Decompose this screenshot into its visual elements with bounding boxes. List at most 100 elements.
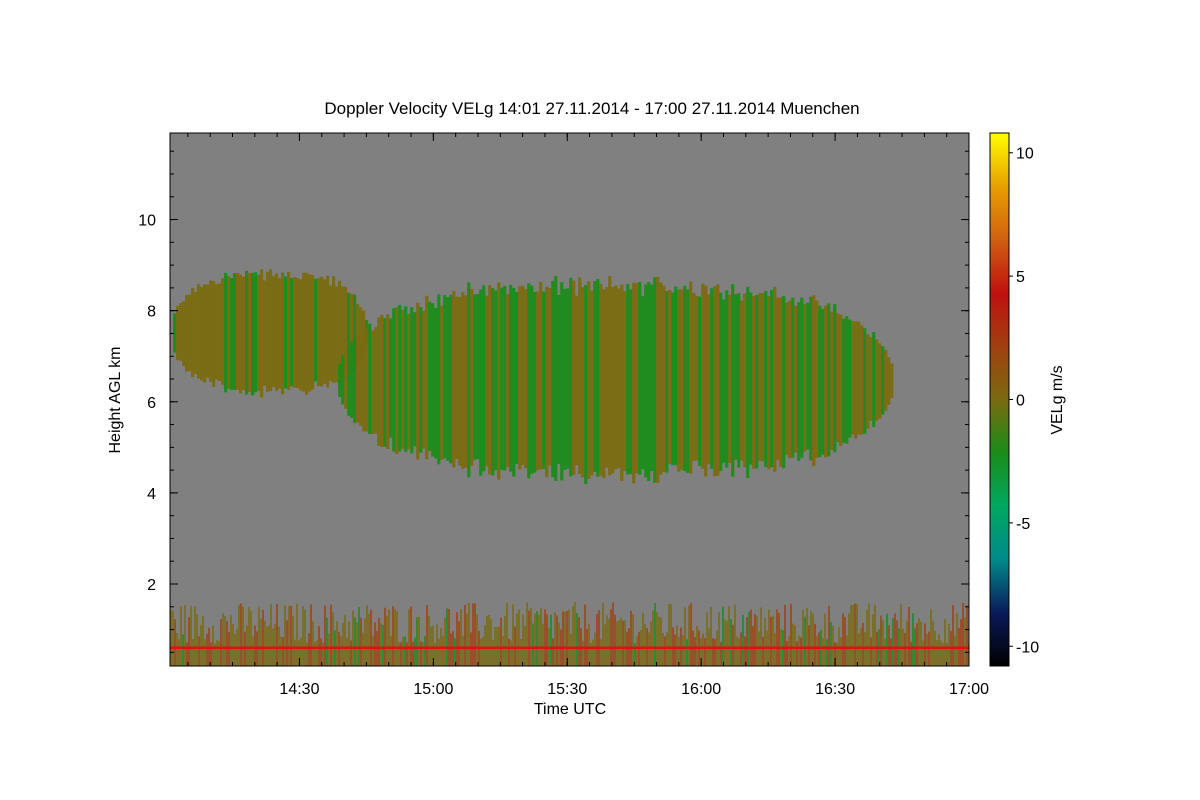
echo-column [338,363,342,398]
echo-column [176,306,180,361]
echo-column [380,623,382,666]
echo-column [512,604,514,666]
echo-column [548,287,552,466]
echo-column [536,291,540,471]
echo-column [242,276,246,391]
echo-column [216,640,218,666]
echo-column [572,280,576,475]
echo-column [296,603,298,666]
echo-column [260,269,264,398]
echo-column [368,613,370,666]
echo-column [232,623,234,666]
colorbar-axis: 10 5 0 -5 -10 [1009,146,1039,656]
echo-column [446,608,448,666]
echo-column [732,624,734,666]
echo-column [626,283,630,475]
echo-column [191,287,195,378]
echo-column [906,620,908,666]
echo-column [218,283,222,382]
echo-column [683,285,687,472]
echo-column [311,275,315,390]
echo-column [752,626,754,666]
echo-column [782,295,786,469]
echo-column [209,280,213,382]
echo-column [622,620,624,666]
echo-column [890,638,892,666]
echo-column [222,613,224,666]
echo-column [202,615,204,666]
echo-column [292,615,294,666]
plot-area [170,133,969,666]
echo-column [314,641,316,666]
echo-column [620,284,624,481]
echo-column [617,288,621,469]
echo-column [462,635,464,666]
echo-column [364,618,366,666]
echo-column [458,621,460,666]
echo-column [734,604,736,666]
echo-column [690,603,692,666]
colorbar-tick-label: 5 [1016,269,1025,286]
echo-column [854,321,858,439]
echo-column [454,637,456,666]
echo-column [342,622,344,666]
echo-column [665,291,669,473]
echo-column [570,633,572,666]
echo-column [610,609,612,666]
echo-column [767,295,771,470]
echo-column [382,624,384,666]
echo-column [794,625,796,666]
echo-column [676,625,678,666]
echo-column [344,615,346,666]
echo-column [320,638,322,666]
echo-column [176,632,178,666]
echo-column [395,307,399,454]
echo-column [230,615,232,666]
echo-column [406,642,408,666]
echo-column [500,617,502,666]
echo-column [472,603,474,666]
echo-column [322,642,324,666]
echo-column [305,272,309,395]
echo-column [698,296,702,467]
echo-column [422,310,426,449]
echo-column [293,276,297,388]
echo-column [402,637,404,666]
echo-column [326,617,328,666]
echo-column [412,641,414,666]
echo-column [200,624,202,666]
echo-column [670,604,672,666]
echo-column [470,632,472,666]
echo-column [692,293,696,461]
echo-column [352,610,354,666]
y-tick-label: 10 [138,213,156,230]
echo-column [596,613,598,666]
echo-column [436,624,438,666]
echo-column [377,317,381,446]
echo-column [458,296,462,466]
echo-column [926,633,928,666]
echo-column [488,285,492,475]
chart-title: Doppler Velocity VELg 14:01 27.11.2014 -… [324,99,859,118]
echo-column [308,274,312,392]
echo-column [434,643,436,666]
x-tick-label: 16:30 [815,681,855,698]
echo-column [474,603,476,666]
echo-column [530,607,532,666]
echo-column [836,642,838,666]
echo-column [592,639,594,666]
echo-column [554,275,558,481]
echo-column [317,277,321,387]
echo-column [276,603,278,666]
echo-column [605,287,609,468]
echo-column [792,623,794,666]
echo-column [394,609,396,666]
echo-column [414,637,416,666]
echo-column [858,633,860,666]
echo-column [744,636,746,666]
echo-column [886,613,888,666]
echo-column [239,274,243,394]
x-axis-label: Time UTC [534,701,606,718]
echo-column [550,614,552,666]
echo-column [756,616,758,666]
